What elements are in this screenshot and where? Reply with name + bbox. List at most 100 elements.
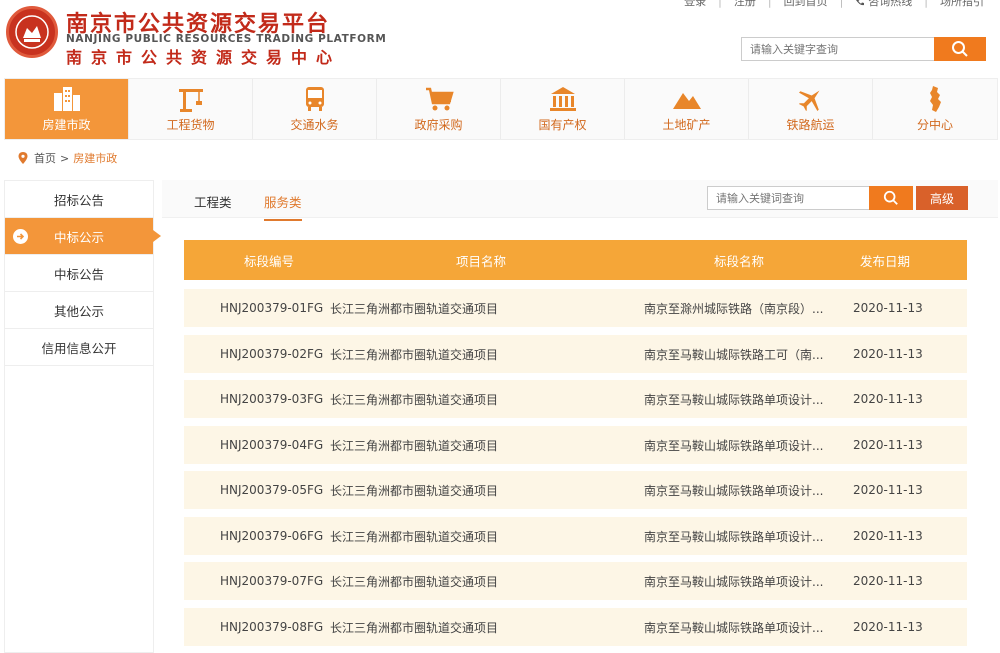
nav-item-state-property[interactable]: 国有产权 bbox=[501, 79, 625, 139]
site-logo[interactable] bbox=[6, 6, 58, 58]
mountain-icon bbox=[672, 93, 701, 109]
table-row[interactable]: HNJ200379-02FG 长江三角洲都市圈轨道交通项目 南京至马鞍山城际铁路… bbox=[184, 335, 967, 373]
tab-engineering[interactable]: 工程类 bbox=[194, 192, 232, 219]
advanced-search-button[interactable]: 高级 bbox=[916, 186, 968, 210]
map-region-icon bbox=[930, 86, 941, 112]
cell-date: 2020-11-13 bbox=[853, 347, 923, 361]
cell-section: 南京至马鞍山城际铁路单项设计... bbox=[644, 392, 824, 407]
content-search-input[interactable] bbox=[707, 186, 869, 210]
nav-item-transport-water[interactable]: 交通水务 bbox=[253, 79, 377, 139]
column-header: 项目名称 bbox=[456, 253, 507, 269]
sidebar-item-label: 中标公告 bbox=[53, 266, 104, 282]
cell-section: 南京至马鞍山城际铁路单项设计... bbox=[644, 529, 824, 544]
register-link[interactable]: 注册 bbox=[722, 0, 768, 9]
nav-label: 房建市政 bbox=[42, 118, 91, 132]
cell-project: 长江三角洲都市圈轨道交通项目 bbox=[330, 438, 499, 453]
breadcrumb: 首页 > 房建市政 bbox=[18, 150, 117, 166]
hotline-label: 咨询热线 bbox=[868, 0, 913, 8]
cell-date: 2020-11-13 bbox=[853, 301, 923, 315]
crane-icon bbox=[178, 89, 203, 112]
buildings-icon bbox=[53, 87, 80, 111]
column-header: 标段名称 bbox=[714, 253, 765, 269]
table-row[interactable]: HNJ200379-06FG 长江三角洲都市圈轨道交通项目 南京至马鞍山城际铁路… bbox=[184, 517, 967, 555]
nav-item-housing[interactable]: 房建市政 bbox=[5, 79, 129, 139]
table-row[interactable]: HNJ200379-03FG 长江三角洲都市圈轨道交通项目 南京至马鞍山城际铁路… bbox=[184, 380, 967, 418]
table-row[interactable]: HNJ200379-04FG 长江三角洲都市圈轨道交通项目 南京至马鞍山城际铁路… bbox=[184, 426, 967, 464]
cell-project: 长江三角洲都市圈轨道交通项目 bbox=[330, 301, 499, 316]
table-row[interactable]: HNJ200379-08FG 长江三角洲都市圈轨道交通项目 南京至马鞍山城际铁路… bbox=[184, 608, 967, 646]
nav-item-government-procurement[interactable]: 政府采购 bbox=[377, 79, 501, 139]
top-links: 登录 | 注册 | 回到首页 | 咨询热线 | 场所指引 bbox=[672, 0, 996, 8]
nav-label: 交通水务 bbox=[290, 118, 339, 132]
nav-label: 国有产权 bbox=[538, 118, 587, 132]
brand-subtitle: 南京市公共资源交易中心 bbox=[66, 48, 342, 67]
main-content: 工程类 服务类 高级 标段编号 项目名称 标段名称 发布日期 HNJ200379… bbox=[162, 180, 998, 653]
sidebar-item-label: 中标公示 bbox=[53, 229, 104, 245]
column-header: 发布日期 bbox=[860, 253, 911, 269]
nav-label: 土地矿产 bbox=[662, 118, 711, 132]
cell-code: HNJ200379-06FG bbox=[220, 529, 324, 543]
bus-icon bbox=[305, 87, 324, 111]
venue-guide-link[interactable]: 场所指引 bbox=[928, 0, 996, 9]
cell-code: HNJ200379-04FG bbox=[220, 438, 324, 452]
cell-date: 2020-11-13 bbox=[853, 620, 923, 634]
sidebar: 招标公告 中标公示 中标公告 其他公示 信用信息公开 bbox=[4, 180, 161, 653]
search-icon bbox=[952, 41, 968, 57]
cell-code: HNJ200379-07FG bbox=[220, 574, 324, 588]
table-row[interactable]: HNJ200379-01FG 长江三角洲都市圈轨道交通项目 南京至滁州城际铁路（… bbox=[184, 289, 967, 327]
content-search-button[interactable] bbox=[869, 186, 913, 210]
sidebar-item-label: 其他公示 bbox=[53, 303, 104, 319]
cell-date: 2020-11-13 bbox=[853, 529, 923, 543]
cell-section: 南京至滁州城际铁路（南京段）... bbox=[644, 301, 824, 316]
breadcrumb-current: 房建市政 bbox=[73, 152, 118, 165]
location-pin-icon bbox=[18, 152, 28, 164]
sidebar-item-label: 招标公告 bbox=[53, 192, 104, 208]
breadcrumb-home[interactable]: 首页 bbox=[34, 150, 56, 166]
nav-item-rail-shipping[interactable]: 铁路航运 bbox=[749, 79, 873, 139]
column-header: 标段编号 bbox=[244, 253, 295, 269]
hotline-link[interactable]: 咨询热线 bbox=[843, 0, 924, 9]
shopping-cart-icon bbox=[425, 87, 454, 111]
cell-code: HNJ200379-02FG bbox=[220, 347, 324, 361]
nav-item-land-mineral[interactable]: 土地矿产 bbox=[625, 79, 749, 139]
login-link[interactable]: 登录 bbox=[672, 0, 718, 9]
cell-code: HNJ200379-01FG bbox=[220, 301, 324, 315]
cell-section: 南京至马鞍山城际铁路单项设计... bbox=[644, 620, 824, 635]
cell-section: 南京至马鞍山城际铁路单项设计... bbox=[644, 438, 824, 453]
site-header: 南京市公共资源交易平台 NANJING PUBLIC RESOURCES TRA… bbox=[0, 0, 1000, 76]
emblem-icon bbox=[15, 15, 49, 49]
table-header: 标段编号 项目名称 标段名称 发布日期 bbox=[184, 240, 967, 280]
cell-code: HNJ200379-03FG bbox=[220, 392, 324, 406]
cell-project: 长江三角洲都市圈轨道交通项目 bbox=[330, 483, 499, 498]
sidebar-item-tender-notice[interactable]: 招标公告 bbox=[5, 181, 153, 218]
home-link[interactable]: 回到首页 bbox=[772, 0, 840, 9]
tab-service[interactable]: 服务类 bbox=[264, 192, 302, 221]
tab-bar: 工程类 服务类 高级 bbox=[162, 180, 998, 221]
cell-project: 长江三角洲都市圈轨道交通项目 bbox=[330, 392, 499, 407]
nav-label: 分中心 bbox=[916, 118, 953, 132]
phone-icon bbox=[856, 0, 865, 6]
sidebar-item-credit-info[interactable]: 信用信息公开 bbox=[5, 329, 153, 366]
cell-section: 南京至马鞍山城际铁路工可（南... bbox=[644, 347, 824, 362]
cell-date: 2020-11-13 bbox=[853, 574, 923, 588]
sidebar-item-award-publicity[interactable]: 中标公示 bbox=[5, 218, 161, 255]
cell-section: 南京至马鞍山城际铁路单项设计... bbox=[644, 483, 824, 498]
nav-label: 政府采购 bbox=[414, 118, 463, 132]
table-row[interactable]: HNJ200379-05FG 长江三角洲都市圈轨道交通项目 南京至马鞍山城际铁路… bbox=[184, 471, 967, 509]
nav-label: 铁路航运 bbox=[786, 118, 835, 132]
sidebar-item-award-notice[interactable]: 中标公告 bbox=[5, 255, 153, 292]
cell-code: HNJ200379-08FG bbox=[220, 620, 324, 634]
airplane-icon bbox=[798, 90, 819, 112]
bank-icon bbox=[549, 87, 576, 111]
cell-project: 长江三角洲都市圈轨道交通项目 bbox=[330, 620, 499, 635]
nav-item-branch-center[interactable]: 分中心 bbox=[873, 79, 997, 139]
main-nav: 房建市政 工程货物 交通水务 政府采购 国有产权 土地矿产 铁路航运 分中心 bbox=[4, 78, 998, 140]
header-search-input[interactable] bbox=[741, 37, 934, 61]
breadcrumb-separator: > bbox=[60, 151, 70, 165]
sidebar-item-other-publicity[interactable]: 其他公示 bbox=[5, 292, 153, 329]
nav-item-engineering-goods[interactable]: 工程货物 bbox=[129, 79, 253, 139]
cell-date: 2020-11-13 bbox=[853, 392, 923, 406]
nav-label: 工程货物 bbox=[166, 118, 215, 132]
header-search-button[interactable] bbox=[934, 37, 986, 61]
table-row[interactable]: HNJ200379-07FG 长江三角洲都市圈轨道交通项目 南京至马鞍山城际铁路… bbox=[184, 562, 967, 600]
